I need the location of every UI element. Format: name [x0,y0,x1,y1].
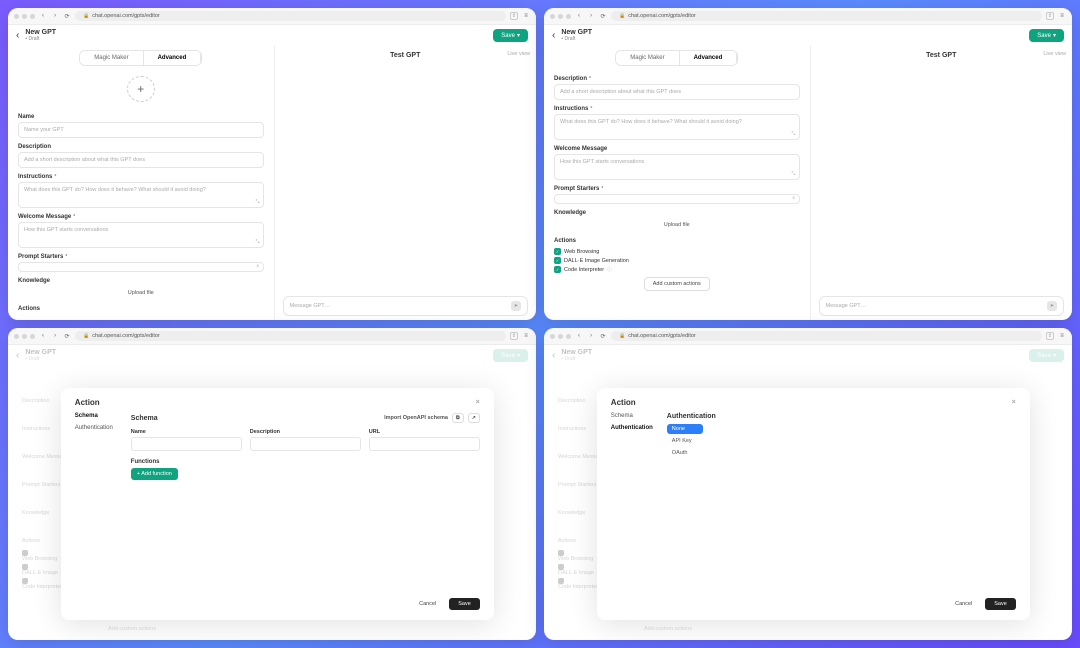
description-label: Description [18,144,264,150]
lock-icon: 🔒 [83,13,89,19]
sidebar-item-authentication[interactable]: Authentication [75,425,119,431]
modal-save-button[interactable]: Save [985,598,1016,610]
modal-title: Action [75,398,100,407]
close-icon[interactable]: × [1012,399,1016,406]
schema-description-input[interactable] [250,437,361,451]
window-top-right: ‹ › ⟳ 🔒chat.openai.com/gpts/editor ⇪ ≡ ‹… [544,8,1072,320]
auth-option-none[interactable]: None [667,424,703,434]
gpt-subtitle: • Draft [25,36,56,42]
sidebar-item-schema[interactable]: Schema [75,413,119,419]
auth-option-oauth[interactable]: OAuth [667,448,703,458]
action-modal: Action× Schema Authentication Authentica… [597,388,1030,620]
url-bar[interactable]: 🔒chat.openai.com/gpts/editor [611,331,1042,341]
window-bottom-right: ‹›⟳ 🔒chat.openai.com/gpts/editor ⇪≡ ‹New… [544,328,1072,640]
config-pane: Magic Maker Advanced + Name Name your GP… [8,46,275,320]
share-icon[interactable]: ⇪ [510,12,518,20]
welcome-label: Welcome Message* [18,214,264,220]
menu-icon[interactable]: ≡ [522,12,530,20]
checkbox-icon: ✓ [554,248,561,255]
cancel-button[interactable]: Cancel [412,598,443,610]
titlebar: ‹ › ⟳ 🔒chat.openai.com/gpts/editor ⇪ ≡ [544,8,1072,25]
name-input[interactable]: Name your GPT [18,122,264,138]
prompt-starter-input[interactable]: × [18,262,264,272]
tab-magic-maker[interactable]: Magic Maker [616,51,678,65]
window-top-left: ‹ › ⟳ 🔒chat.openai.com/gpts/editor ⇪ ≡ ‹… [8,8,536,320]
menu-icon[interactable]: ≡ [1058,12,1066,20]
description-input[interactable]: Add a short description about what this … [18,152,264,168]
gpt-title: New GPT [25,29,56,36]
auth-options: None API Key OAuth [667,424,703,458]
welcome-input[interactable]: How this GPT starts conversations⤡ [554,154,800,180]
window-bottom-left: ‹›⟳ 🔒chat.openai.com/gpts/editor ⇪≡ ‹New… [8,328,536,640]
nav-fwd-icon[interactable]: › [51,12,59,20]
modal-sidebar: Schema Authentication [75,413,119,610]
save-button[interactable]: Save▾ [1029,29,1064,42]
tab-advanced[interactable]: Advanced [679,51,738,65]
tab-advanced[interactable]: Advanced [143,51,202,65]
instructions-label: Instructions* [18,174,264,180]
message-input[interactable]: Message GPT…➤ [283,296,529,316]
message-input[interactable]: Message GPT…➤ [819,296,1065,316]
schema-url-input[interactable] [369,437,480,451]
add-function-button[interactable]: + Add function [131,468,178,480]
upload-file-link[interactable]: Upload file [18,290,264,296]
nav-back-icon[interactable]: ‹ [39,12,47,20]
description-input[interactable]: Add a short description about what this … [554,84,800,100]
modal-title: Action [611,398,636,407]
url-bar[interactable]: 🔒chat.openai.com/gpts/editor [75,11,506,21]
capability-web-browsing[interactable]: ✓Web Browsing [554,248,800,255]
sidebar-item-schema[interactable]: Schema [611,413,655,419]
clear-icon[interactable]: × [256,264,260,270]
cancel-button[interactable]: Cancel [948,598,979,610]
share-icon[interactable]: ⇪ [1046,12,1054,20]
avatar-upload[interactable]: + [127,76,155,102]
copy-icon[interactable]: ⧉ [452,413,464,423]
back-button[interactable]: ‹ [16,30,19,41]
tab-magic-maker[interactable]: Magic Maker [80,51,142,65]
close-icon[interactable]: × [476,399,480,406]
tab-segment: Magic Maker Advanced [79,50,202,66]
auth-option-apikey[interactable]: API Key [667,436,703,446]
import-schema[interactable]: Import OpenAPI schema⧉↗ [384,413,480,423]
instructions-input[interactable]: What does this GPT do? How does it behav… [554,114,800,140]
schema-name-input[interactable] [131,437,242,451]
prompt-starter-input[interactable]: × [554,194,800,204]
nav-back-icon[interactable]: ‹ [575,12,583,20]
expand-icon[interactable]: ↗ [468,413,480,423]
preview-title: Test GPT [390,52,420,59]
url-bar[interactable]: 🔒chat.openai.com/gpts/editor [611,11,1042,21]
instructions-input[interactable]: What does this GPT do? How does it behav… [18,182,264,208]
editor-header: ‹ New GPT • Draft Save▾ [8,25,536,46]
resize-handle-icon[interactable]: ⤡ [255,239,259,245]
nav-fwd-icon[interactable]: › [587,12,595,20]
refresh-icon[interactable]: ⟳ [599,12,607,20]
knowledge-label: Knowledge [18,278,264,284]
welcome-input[interactable]: How this GPT starts conversations⤡ [18,222,264,248]
traffic-lights [14,14,35,19]
titlebar: ‹ › ⟳ 🔒chat.openai.com/gpts/editor ⇪ ≡ [8,8,536,25]
add-custom-actions-button[interactable]: Add custom actions [644,277,710,291]
clear-icon[interactable]: × [792,196,796,202]
info-icon[interactable]: ⓘ [607,266,612,273]
capability-dalle[interactable]: ✓DALL·E Image Generation [554,257,800,264]
back-button[interactable]: ‹ [552,30,555,41]
save-button[interactable]: Save▾ [493,29,528,42]
actions-label: Actions [18,306,264,312]
capability-code-interpreter[interactable]: ✓Code Interpreterⓘ [554,266,800,273]
send-icon[interactable]: ➤ [511,301,521,311]
name-label: Name [18,114,264,120]
modal-save-button[interactable]: Save [449,598,480,610]
prompt-starters-label: Prompt Starters* [18,254,264,260]
chevron-down-icon: ▾ [517,32,520,39]
send-icon[interactable]: ➤ [1047,301,1057,311]
resize-handle-icon[interactable]: ⤡ [255,199,259,205]
live-view-toggle[interactable]: Live view [507,51,530,57]
sidebar-item-authentication[interactable]: Authentication [611,425,655,431]
action-modal: Action× Schema Authentication Schema Imp… [61,388,494,620]
refresh-icon[interactable]: ⟳ [63,12,71,20]
preview-pane: Test GPT Live view Message GPT…➤ [275,46,537,320]
upload-file-link[interactable]: Upload file [554,222,800,228]
url-bar[interactable]: 🔒chat.openai.com/gpts/editor [75,331,506,341]
